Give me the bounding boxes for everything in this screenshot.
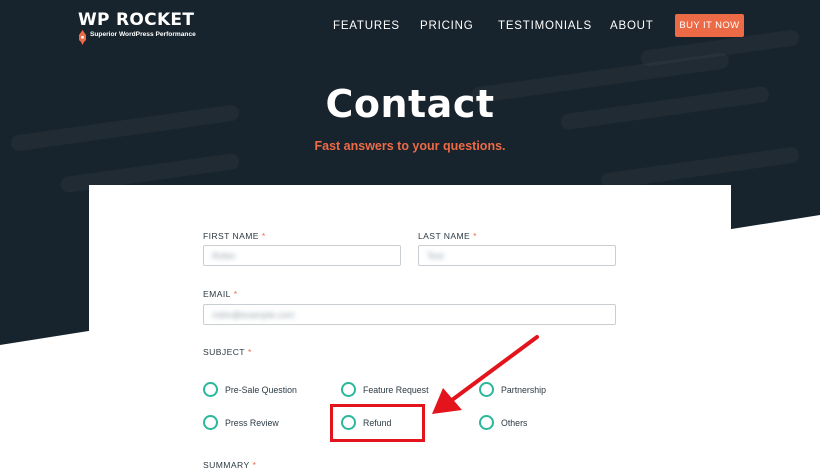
- subject-option-pre-sale-question[interactable]: Pre-Sale Question: [203, 382, 297, 397]
- summary-label: SUMMARY *: [203, 460, 257, 468]
- subject-option-others[interactable]: Others: [479, 415, 527, 430]
- subject-option-feature-request[interactable]: Feature Request: [341, 382, 429, 397]
- required-mark: *: [247, 347, 252, 357]
- nav-item-testimonials[interactable]: TESTIMONIALS: [498, 20, 592, 32]
- subject-option-press-review[interactable]: Press Review: [203, 415, 279, 430]
- radio-button[interactable]: [203, 382, 218, 397]
- annotation-highlight-box: [330, 404, 425, 442]
- last-name-label: LAST NAME *: [418, 231, 477, 241]
- last-name-field[interactable]: Test: [418, 245, 616, 266]
- first-name-label: FIRST NAME *: [203, 231, 266, 241]
- required-mark: *: [233, 289, 238, 299]
- radio-button[interactable]: [341, 382, 356, 397]
- required-mark: *: [261, 231, 266, 241]
- page-subtitle: Fast answers to your questions.: [314, 139, 506, 153]
- required-mark: *: [252, 460, 257, 468]
- first-name-field[interactable]: Robin: [203, 245, 401, 266]
- nav-item-features[interactable]: FEATURES: [333, 20, 400, 32]
- subject-option-partnership[interactable]: Partnership: [479, 382, 546, 397]
- radio-button[interactable]: [479, 382, 494, 397]
- radio-button[interactable]: [203, 415, 218, 430]
- nav-item-about[interactable]: ABOUT: [610, 20, 654, 32]
- subject-label: SUBJECT *: [203, 347, 252, 357]
- email-field[interactable]: robin@example.com: [203, 304, 616, 325]
- required-mark: *: [473, 231, 477, 241]
- nav-item-pricing[interactable]: PRICING: [420, 20, 474, 32]
- radio-button[interactable]: [479, 415, 494, 430]
- buy-it-now-button[interactable]: BUY IT NOW: [675, 14, 744, 37]
- page-title: Contact: [325, 82, 495, 126]
- email-label: EMAIL *: [203, 289, 238, 299]
